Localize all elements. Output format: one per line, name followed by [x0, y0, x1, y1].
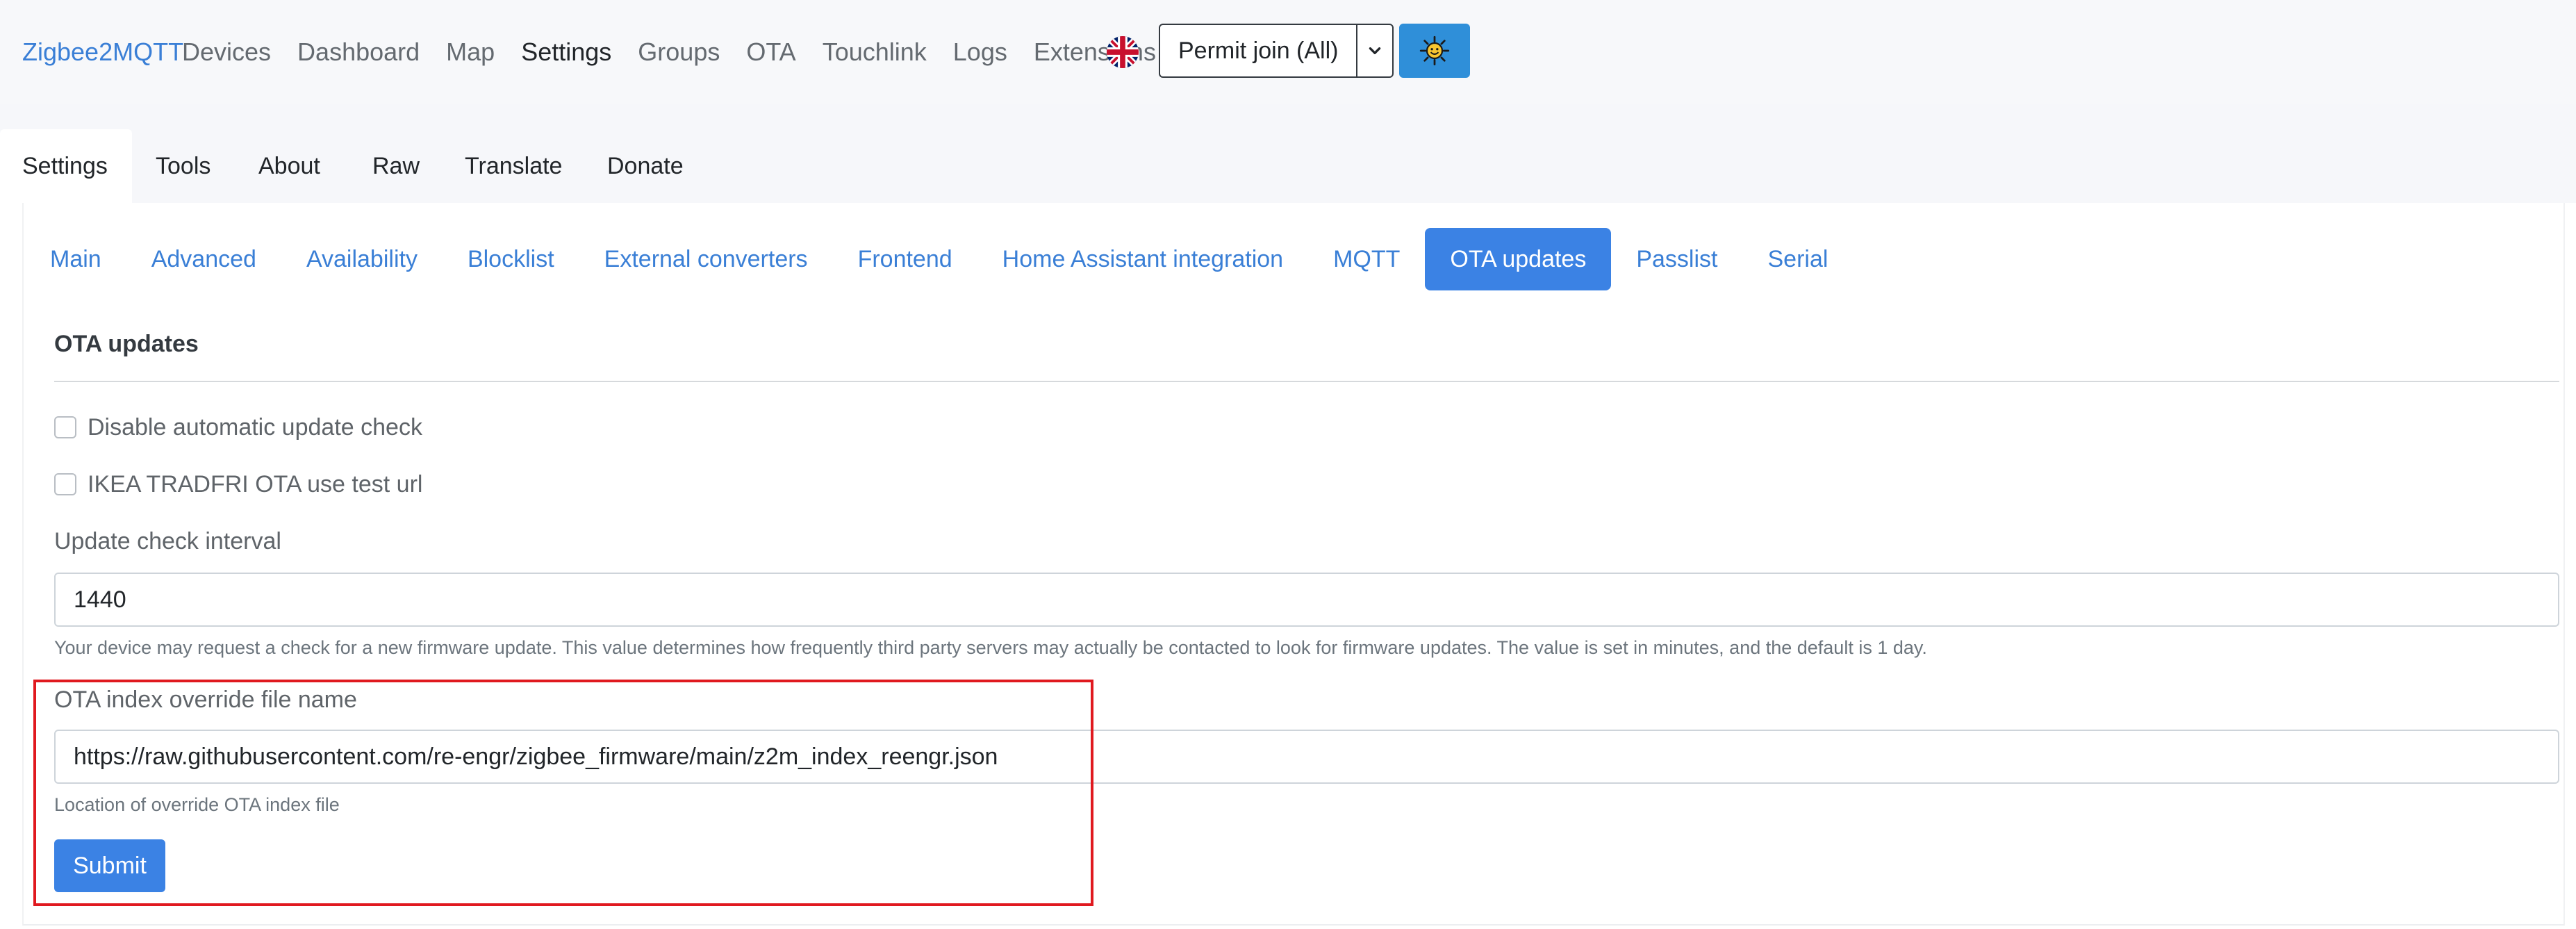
ikea-test-url-label[interactable]: IKEA TRADFRI OTA use test url [88, 467, 422, 502]
submit-button[interactable]: Submit [54, 839, 165, 892]
uk-flag-icon[interactable] [1107, 36, 1139, 68]
update-interval-help: Your device may request a check for a ne… [54, 637, 1927, 658]
subtab-blocklist[interactable]: Blocklist [443, 228, 579, 290]
settings-card [22, 203, 2565, 926]
subtab-availability[interactable]: Availability [281, 228, 443, 290]
tab-tools[interactable]: Tools [156, 129, 210, 203]
update-interval-input[interactable] [54, 573, 2559, 627]
tab-donate[interactable]: Donate [607, 129, 684, 203]
subtab-mqtt[interactable]: MQTT [1308, 228, 1425, 290]
top-navbar: Zigbee2MQTT Devices Dashboard Map Settin… [0, 0, 2576, 104]
subtab-passlist[interactable]: Passlist [1611, 228, 1742, 290]
nav-ota[interactable]: OTA [746, 35, 795, 69]
disable-update-check-label[interactable]: Disable automatic update check [88, 410, 422, 445]
ota-override-help: Location of override OTA index file [54, 794, 340, 815]
tab-translate[interactable]: Translate [465, 129, 562, 203]
tab-about[interactable]: About [258, 129, 320, 203]
subtab-ota-updates[interactable]: OTA updates [1425, 228, 1612, 290]
sun-icon [1419, 35, 1450, 66]
nav-logs[interactable]: Logs [953, 35, 1007, 69]
nav-map[interactable]: Map [446, 35, 495, 69]
brand-link[interactable]: Zigbee2MQTT [22, 35, 183, 69]
tab-raw[interactable]: Raw [372, 129, 420, 203]
ota-override-input[interactable] [54, 730, 2559, 784]
tab-settings[interactable]: Settings [0, 129, 132, 203]
subtab-serial[interactable]: Serial [1742, 228, 1853, 290]
section-divider [54, 381, 2559, 382]
settings-subtabs: Main Advanced Availability Blocklist Ext… [25, 228, 1853, 290]
section-title: OTA updates [54, 331, 199, 357]
disable-update-check-checkbox[interactable] [54, 416, 76, 438]
ikea-test-url-row[interactable]: IKEA TRADFRI OTA use test url [54, 467, 422, 502]
settings-tabs: Settings Tools About Raw Translate Donat… [0, 104, 2576, 203]
permit-join-dropdown[interactable]: Permit join (All) [1159, 24, 1394, 78]
nav-settings[interactable]: Settings [521, 35, 611, 69]
theme-toggle-button[interactable] [1399, 24, 1470, 78]
permit-join-button[interactable]: Permit join (All) [1160, 25, 1356, 76]
subtab-external-converters[interactable]: External converters [579, 228, 833, 290]
update-interval-label: Update check interval [54, 528, 281, 554]
chevron-down-icon[interactable] [1356, 25, 1392, 76]
subtab-advanced[interactable]: Advanced [126, 228, 281, 290]
nav-touchlink[interactable]: Touchlink [823, 35, 927, 69]
nav-devices[interactable]: Devices [182, 35, 271, 69]
nav-groups[interactable]: Groups [638, 35, 720, 69]
subtab-frontend[interactable]: Frontend [833, 228, 977, 290]
ikea-test-url-checkbox[interactable] [54, 473, 76, 495]
subtab-home-assistant[interactable]: Home Assistant integration [977, 228, 1308, 290]
ota-override-label: OTA index override file name [54, 687, 357, 713]
main-nav: Devices Dashboard Map Settings Groups OT… [182, 35, 1156, 69]
disable-update-check-row[interactable]: Disable automatic update check [54, 410, 422, 445]
subtab-main[interactable]: Main [25, 228, 126, 290]
nav-dashboard[interactable]: Dashboard [297, 35, 420, 69]
